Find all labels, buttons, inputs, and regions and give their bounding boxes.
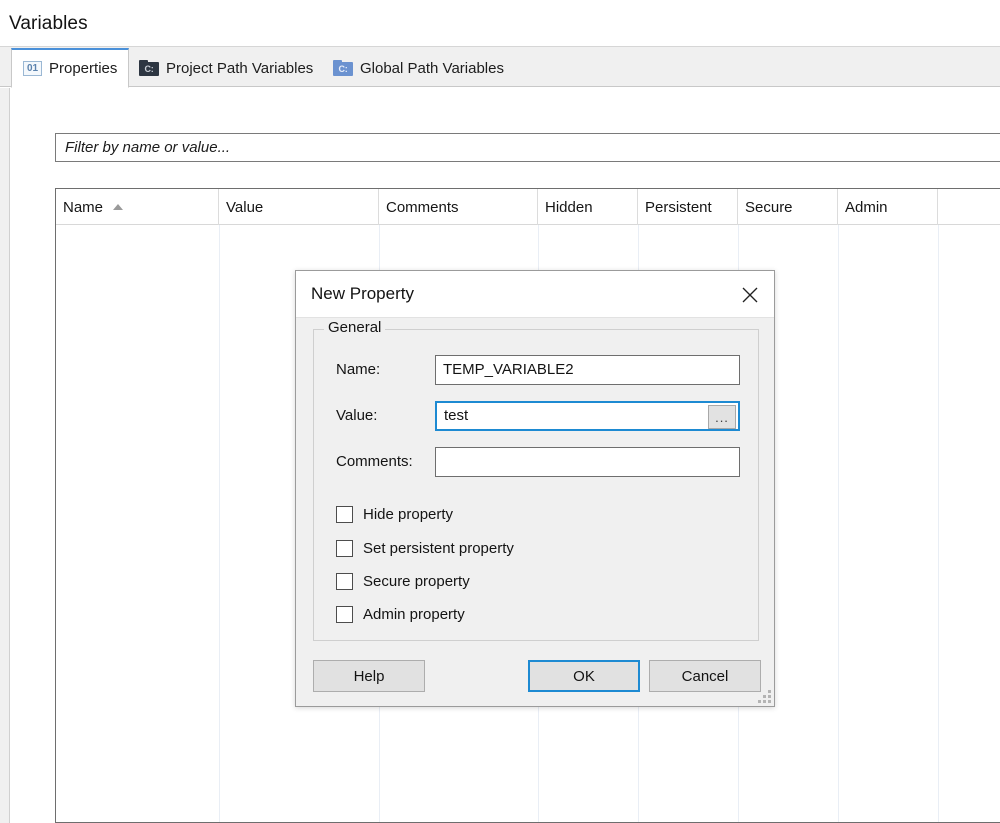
folder-blue-icon: C: [333, 60, 353, 76]
column-divider [838, 225, 839, 822]
tab-properties[interactable]: 01 Properties [11, 48, 130, 88]
new-property-dialog: New Property General Name: TEMP_VARIABLE… [295, 270, 775, 707]
checkbox-secure-property-label: Secure property [363, 573, 470, 590]
general-groupbox-legend: General [324, 319, 386, 336]
sort-ascending-icon [113, 204, 124, 210]
column-header-persistent-label: Persistent [645, 198, 712, 216]
column-header-comments-label: Comments [386, 198, 459, 216]
value-input[interactable]: test ... [435, 401, 740, 431]
name-input-value: TEMP_VARIABLE2 [443, 361, 574, 378]
folder-dark-icon: C: [139, 60, 159, 76]
tab-properties-label: Properties [49, 60, 118, 77]
table-header-row: Name Value Comments Hidden Persistent Se… [56, 189, 1000, 225]
number-01-icon: 01 [23, 61, 42, 76]
column-header-admin-label: Admin [845, 198, 888, 216]
name-input[interactable]: TEMP_VARIABLE2 [435, 355, 740, 385]
filter-input[interactable]: Filter by name or value... [55, 133, 1000, 162]
tab-global-path-variables[interactable]: C: Global Path Variables [322, 49, 515, 87]
field-row-comments: Comments: [314, 447, 760, 477]
column-header-persistent[interactable]: Persistent [638, 189, 738, 225]
column-header-spacer [938, 189, 1000, 225]
column-header-value[interactable]: Value [219, 189, 379, 225]
value-field-label: Value: [336, 407, 378, 424]
column-header-value-label: Value [226, 198, 264, 216]
tab-strip: 01 Properties C: Project Path Variables … [0, 47, 1000, 88]
checkbox-set-persistent-property[interactable]: Set persistent property [336, 540, 514, 557]
checkbox-admin-property-label: Admin property [363, 606, 465, 623]
column-header-name[interactable]: Name [56, 189, 219, 225]
tab-project-path-variables[interactable]: C: Project Path Variables [128, 49, 324, 87]
column-header-name-label: Name [63, 198, 104, 216]
column-header-hidden[interactable]: Hidden [538, 189, 638, 225]
dialog-titlebar: New Property [296, 271, 774, 318]
column-header-hidden-label: Hidden [545, 198, 593, 216]
value-input-value: test [444, 407, 469, 424]
general-groupbox: General Name: TEMP_VARIABLE2 Value: test… [313, 319, 760, 641]
column-divider [938, 225, 939, 822]
column-header-comments[interactable]: Comments [379, 189, 538, 225]
comments-field-label: Comments: [336, 453, 413, 470]
column-header-secure-label: Secure [745, 198, 793, 216]
checkbox-hide-property-label: Hide property [363, 506, 454, 523]
tab-project-path-variables-label: Project Path Variables [166, 59, 314, 77]
checkbox-admin-property-box[interactable] [336, 606, 353, 623]
checkbox-set-persistent-property-label: Set persistent property [363, 540, 514, 557]
dialog-title: New Property [311, 284, 414, 303]
resize-grip[interactable] [758, 690, 771, 703]
panel-gutter [0, 88, 10, 823]
help-button[interactable]: Help [313, 660, 425, 692]
value-browse-button[interactable]: ... [708, 405, 736, 429]
column-header-secure[interactable]: Secure [738, 189, 838, 225]
ok-button[interactable]: OK [528, 660, 640, 692]
comments-input[interactable] [435, 447, 740, 477]
field-row-value: Value: test ... [314, 401, 760, 431]
filter-input-placeholder: Filter by name or value... [65, 139, 231, 156]
checkbox-secure-property[interactable]: Secure property [336, 573, 470, 590]
checkbox-admin-property[interactable]: Admin property [336, 606, 465, 623]
checkbox-hide-property[interactable]: Hide property [336, 506, 453, 523]
checkbox-set-persistent-property-box[interactable] [336, 540, 353, 557]
tab-global-path-variables-label: Global Path Variables [360, 59, 504, 77]
column-divider [219, 225, 220, 822]
name-field-label: Name: [336, 361, 381, 378]
field-row-name: Name: TEMP_VARIABLE2 [314, 355, 760, 385]
checkbox-secure-property-box[interactable] [336, 573, 353, 590]
app-root: Variables 01 Properties C: Project Path … [0, 0, 1000, 823]
checkbox-hide-property-box[interactable] [336, 506, 353, 523]
column-header-admin[interactable]: Admin [838, 189, 938, 225]
view-header: Variables [0, 0, 1000, 47]
cancel-button[interactable]: Cancel [649, 660, 761, 692]
page-title: Variables [9, 13, 88, 34]
close-icon[interactable] [736, 281, 764, 309]
